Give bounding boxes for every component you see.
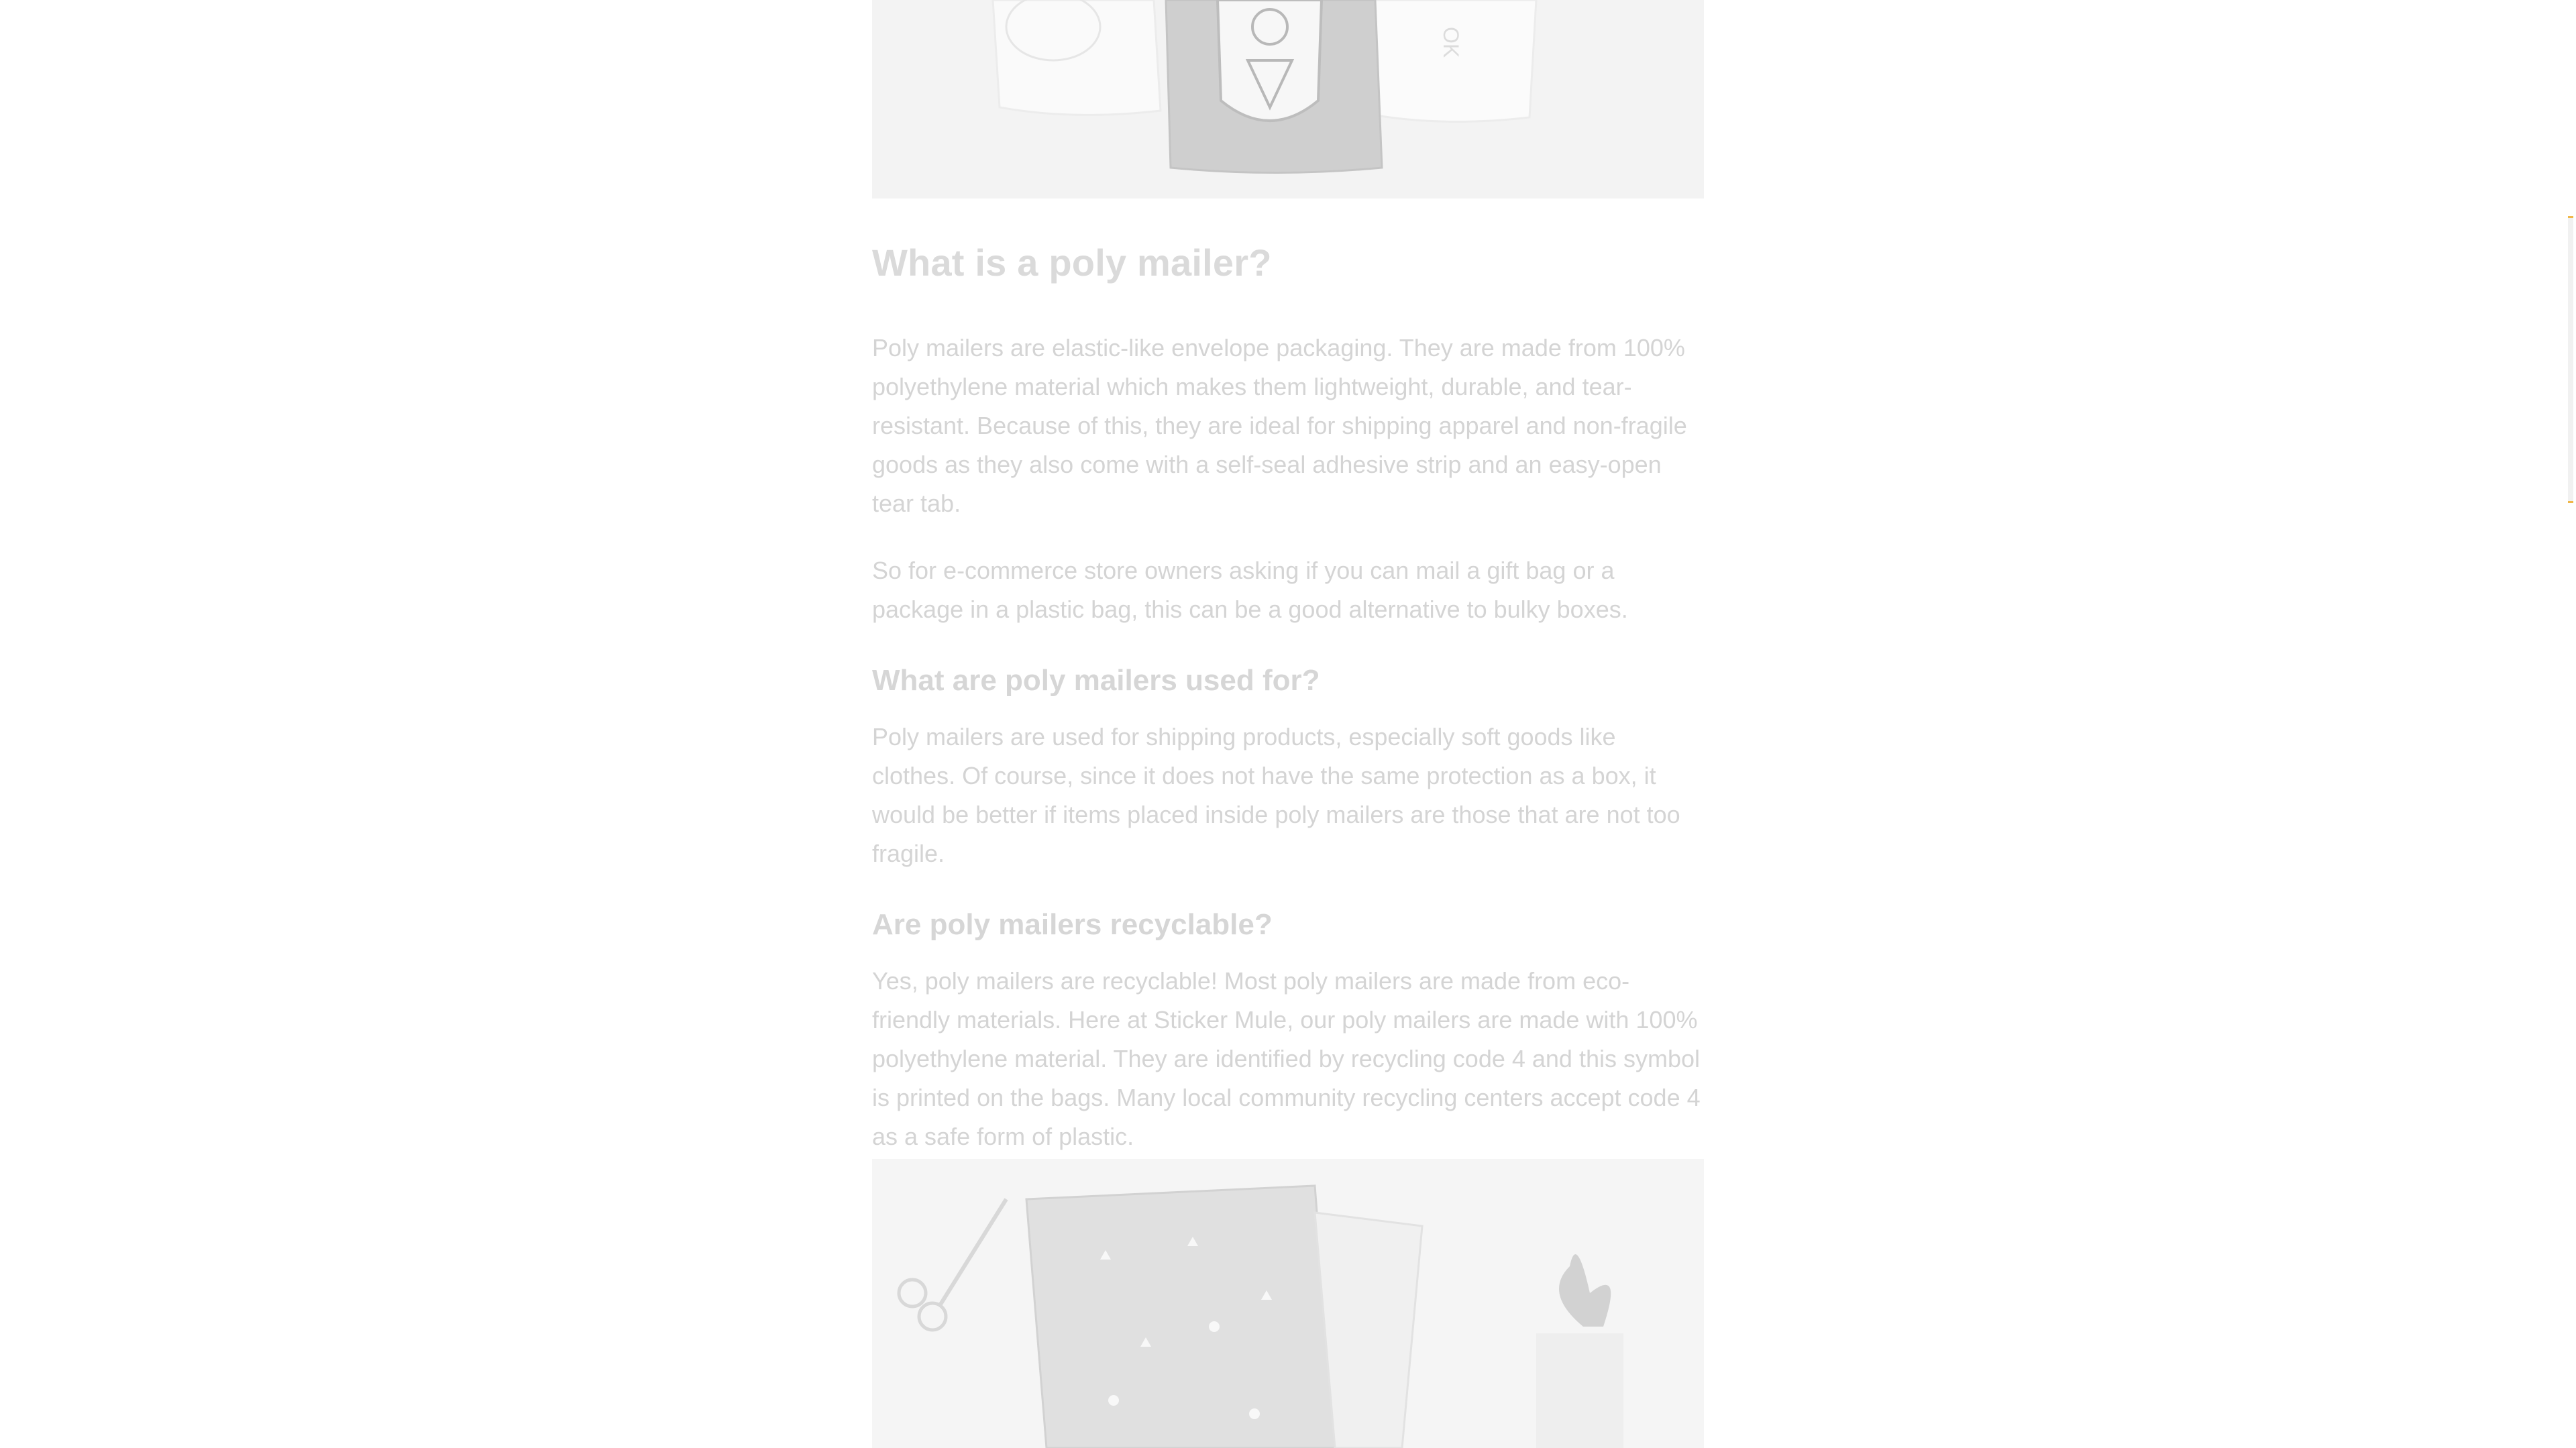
section-heading-poly-mailers-used-for: What are poly mailers used for? [872,664,1320,697]
poly-mailer-packing-image [872,1159,1704,1448]
paragraph: Poly mailers are elastic-like envelope p… [872,334,1687,517]
paragraph: Yes, poly mailers are recyclable! Most p… [872,967,1701,1150]
poly-mailers-product-image: OK [872,0,1704,199]
paragraph: Poly mailers are used for shipping produ… [872,723,1680,867]
scroll-progress-indicator[interactable] [2568,216,2573,503]
section-heading-what-is-poly-mailer: What is a poly mailer? [872,241,1272,284]
poly-mailers-illustration: OK [872,0,1704,199]
paragraph: So for e-commerce store owners asking if… [872,557,1628,623]
section-heading-poly-mailers-recyclable: Are poly mailers recyclable? [872,908,1273,941]
packing-scene-illustration [872,1159,1704,1448]
svg-text:OK: OK [1439,27,1463,58]
article-content: What is a poly mailer? Poly mailers are … [872,221,1704,1184]
page: OK What is a poly mailer? Poly mailers a… [0,0,2576,1448]
